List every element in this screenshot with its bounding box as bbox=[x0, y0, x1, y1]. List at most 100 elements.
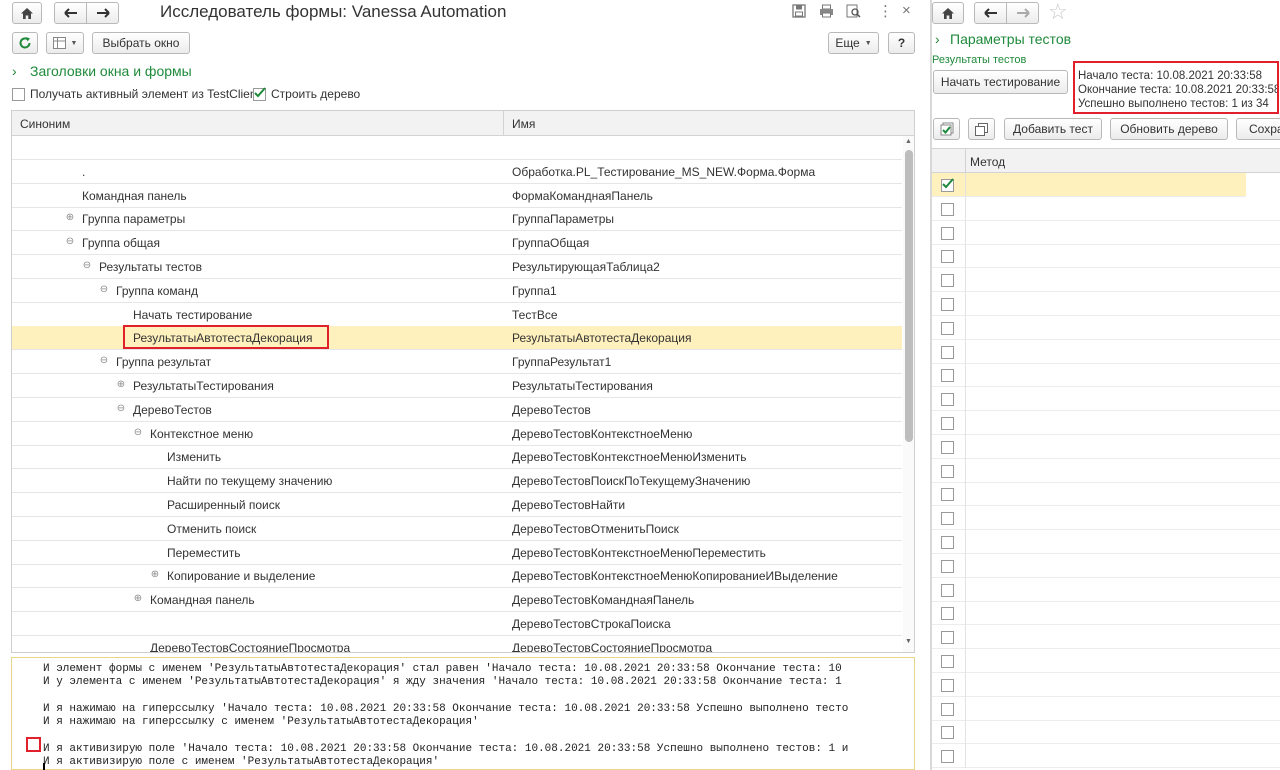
row-checkbox[interactable] bbox=[941, 559, 954, 573]
tests-table-row[interactable] bbox=[932, 458, 1280, 483]
tests-table-row[interactable] bbox=[932, 649, 1280, 673]
tree-row[interactable]: Начать тестирование ТестВсе bbox=[12, 303, 902, 327]
get-active-element-checkbox[interactable] bbox=[12, 88, 25, 101]
save-icon[interactable] bbox=[792, 4, 806, 18]
print-icon[interactable] bbox=[819, 4, 834, 18]
collapse-icon[interactable]: ⊖ bbox=[99, 284, 109, 295]
row-checkbox[interactable] bbox=[941, 226, 954, 240]
row-checkbox[interactable] bbox=[941, 440, 954, 454]
tests-table-row[interactable] bbox=[932, 387, 1280, 412]
tests-table-row[interactable] bbox=[932, 744, 1280, 769]
tree-row[interactable]: ⊖ Группа результат ГруппаРезультат1 bbox=[12, 350, 902, 375]
collapse-icon[interactable]: ⊖ bbox=[82, 261, 92, 271]
tests-table-row[interactable] bbox=[932, 530, 1280, 554]
tree-row[interactable] bbox=[12, 136, 902, 160]
preview-icon[interactable] bbox=[846, 4, 861, 18]
select-window-button[interactable]: Выбрать окно bbox=[92, 32, 190, 54]
row-checkbox[interactable] bbox=[941, 274, 954, 288]
tree-row[interactable]: ДеревоТестовСостояниеПросмотра ДеревоТест… bbox=[12, 636, 902, 652]
row-checkbox[interactable] bbox=[941, 702, 954, 716]
tests-table-row[interactable] bbox=[932, 339, 1280, 364]
row-checkbox[interactable] bbox=[941, 369, 954, 383]
test-results-decoration[interactable]: Начало теста: 10.08.2021 20:33:58 Оконча… bbox=[1073, 61, 1279, 114]
tests-table-row[interactable] bbox=[932, 720, 1280, 745]
row-checkbox[interactable] bbox=[941, 583, 954, 597]
help-button[interactable]: ? bbox=[888, 32, 915, 54]
section-title[interactable]: Заголовки окна и формы bbox=[30, 63, 192, 79]
refresh-tree-button[interactable]: Обновить дерево bbox=[1110, 118, 1228, 140]
columns-menu-button[interactable]: ▼ bbox=[46, 32, 84, 54]
tree-row[interactable]: ⊕ Группа параметры ГруппаПараметры bbox=[12, 207, 902, 232]
tree-row[interactable]: ⊕ РезультатыТестирования РезультатыТестиро… bbox=[12, 374, 902, 398]
scroll-up-icon[interactable]: ▲ bbox=[905, 138, 912, 145]
right-forward-button[interactable] bbox=[1006, 2, 1039, 24]
test-params-title[interactable]: Параметры тестов bbox=[950, 31, 1071, 47]
tests-table-row[interactable] bbox=[932, 696, 1280, 721]
row-checkbox[interactable] bbox=[941, 321, 954, 335]
tests-table-row[interactable] bbox=[932, 411, 1280, 435]
collapse-icon[interactable]: ⊖ bbox=[116, 403, 126, 414]
expand-icon[interactable]: ⊕ bbox=[116, 380, 126, 390]
row-checkbox[interactable] bbox=[941, 178, 954, 192]
tests-table-row[interactable] bbox=[932, 482, 1280, 507]
tree-row[interactable]: Расширенный поиск ДеревоТестовНайти bbox=[12, 493, 902, 517]
tests-table-row[interactable] bbox=[932, 553, 1280, 578]
forward-button[interactable] bbox=[86, 2, 119, 24]
chevron-right-icon[interactable]: › bbox=[935, 31, 940, 47]
home-button[interactable] bbox=[12, 2, 42, 24]
start-testing-button[interactable]: Начать тестирование bbox=[933, 70, 1068, 94]
tests-table-row[interactable] bbox=[932, 315, 1280, 340]
tree-row[interactable]: ⊕ Командная панель ДеревоТестовКоманднаяПа… bbox=[12, 588, 902, 613]
row-checkbox[interactable] bbox=[941, 298, 954, 311]
row-checkbox[interactable] bbox=[941, 750, 954, 764]
tree-row[interactable]: ⊖ Результаты тестов РезультирующаяТаблица2 bbox=[12, 255, 902, 279]
chevron-right-icon[interactable]: › bbox=[12, 63, 17, 79]
save-button[interactable]: Сохра bbox=[1236, 118, 1280, 140]
row-checkbox[interactable] bbox=[941, 250, 954, 264]
row-checkbox[interactable] bbox=[941, 464, 954, 478]
row-checkbox[interactable] bbox=[941, 512, 954, 526]
tree-row[interactable]: . Обработка.PL_Тестирование_MS_NEW.Форма.… bbox=[12, 160, 902, 184]
expand-icon[interactable]: ⊕ bbox=[150, 570, 160, 580]
row-checkbox[interactable] bbox=[941, 345, 954, 359]
tree-scrollbar[interactable]: ▲ ▼ bbox=[903, 136, 914, 652]
row-checkbox[interactable] bbox=[941, 202, 954, 216]
tree-row[interactable]: ⊖ ДеревоТестов ДеревоТестов bbox=[12, 398, 902, 422]
row-checkbox[interactable] bbox=[941, 536, 954, 549]
more-vertical-icon[interactable]: ⋮ bbox=[878, 2, 893, 20]
tree-row[interactable]: ДеревоТестовСтрокаПоиска bbox=[12, 612, 902, 636]
tests-table-row[interactable] bbox=[932, 292, 1280, 316]
tests-table-row[interactable] bbox=[932, 434, 1280, 459]
column-header-method[interactable]: Метод bbox=[970, 155, 1005, 169]
tests-table-row[interactable] bbox=[932, 625, 1280, 650]
tests-table-row[interactable] bbox=[932, 601, 1280, 626]
tests-table-row[interactable] bbox=[932, 268, 1280, 293]
row-checkbox[interactable] bbox=[941, 631, 954, 645]
tree-row[interactable]: ⊕ Копирование и выделение ДеревоТестовКонт… bbox=[12, 564, 902, 589]
expand-icon[interactable]: ⊕ bbox=[65, 213, 75, 223]
tree-row[interactable]: Командная панель ФормаКоманднаяПанель bbox=[12, 184, 902, 208]
tests-table-row[interactable] bbox=[932, 672, 1280, 697]
column-header-name[interactable]: Имя bbox=[512, 117, 535, 131]
right-home-button[interactable] bbox=[932, 2, 964, 24]
tree-row[interactable]: ⊖ Контекстное меню ДеревоТестовКонтекстное… bbox=[12, 422, 902, 446]
column-header-synonym[interactable]: Синоним bbox=[20, 117, 70, 131]
row-checkbox[interactable] bbox=[941, 488, 954, 502]
copy-button[interactable] bbox=[968, 118, 995, 140]
tree-row[interactable]: ⊖ Группа команд Группа1 bbox=[12, 279, 902, 303]
tests-table-row[interactable] bbox=[932, 173, 1280, 197]
row-checkbox[interactable] bbox=[941, 655, 954, 668]
row-checkbox[interactable] bbox=[941, 678, 954, 692]
tree-row[interactable]: Изменить ДеревоТестовКонтекстноеМенюИзмен… bbox=[12, 445, 902, 470]
back-button[interactable] bbox=[54, 2, 87, 24]
tests-table-row[interactable] bbox=[932, 196, 1280, 221]
tree-row[interactable]: Отменить поиск ДеревоТестовОтменитьПоиск bbox=[12, 517, 902, 541]
scroll-thumb[interactable] bbox=[905, 150, 913, 442]
close-icon[interactable]: × bbox=[902, 2, 911, 19]
column-divider[interactable] bbox=[965, 149, 966, 174]
row-checkbox[interactable] bbox=[941, 393, 954, 407]
expand-icon[interactable]: ⊕ bbox=[133, 594, 143, 604]
column-divider[interactable] bbox=[503, 111, 504, 136]
collapse-icon[interactable]: ⊖ bbox=[99, 356, 109, 366]
collapse-icon[interactable]: ⊖ bbox=[133, 427, 143, 438]
